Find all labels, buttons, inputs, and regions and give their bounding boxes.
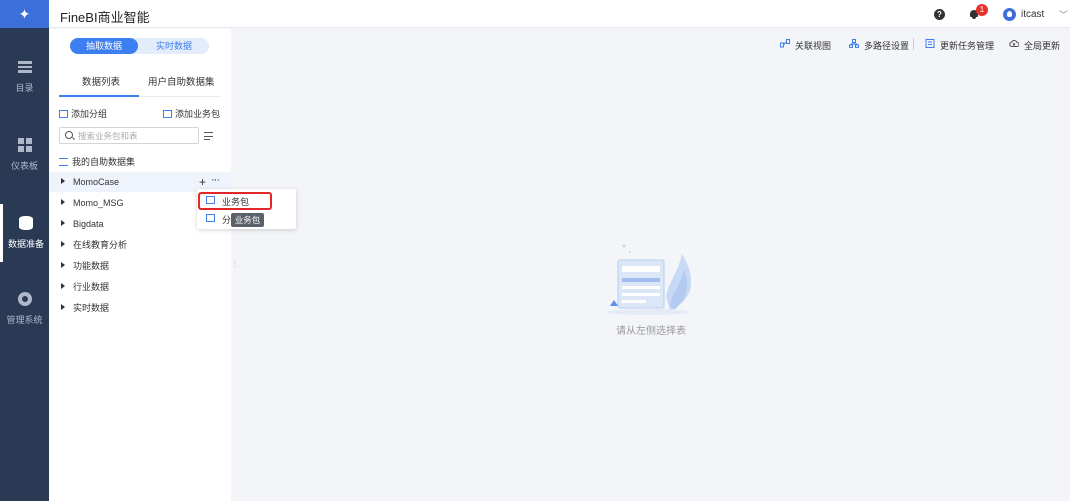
add-package-label: 添加业务包 <box>175 109 221 119</box>
tree-item-online-edu[interactable]: 在线教育分析 <box>49 235 231 255</box>
add-group-button[interactable]: 添加分组 <box>59 107 107 120</box>
panel-resize-handle[interactable]: ⋮ <box>231 259 239 271</box>
add-package-button[interactable]: 添加业务包 <box>163 107 220 120</box>
search-box <box>59 127 199 144</box>
my-self-dataset-label: 我的自助数据集 <box>72 157 136 167</box>
tab-data-list[interactable]: 数据列表 <box>82 74 120 88</box>
menu-item-label: 分 <box>222 215 232 225</box>
multipath-settings-label: 多路径设置 <box>864 41 910 51</box>
tree-item-label: Momo_MSG <box>73 198 124 208</box>
tree-item-label: 功能数据 <box>73 261 110 271</box>
nav-item-label: 仪表板 <box>10 161 38 171</box>
notification-badge: 1 <box>976 4 988 16</box>
relation-view-label: 关联视图 <box>795 41 832 51</box>
more-icon[interactable]: ··· <box>211 170 220 190</box>
filter-icon[interactable] <box>204 131 216 141</box>
tooltip: 业务包 <box>231 213 264 227</box>
nav-item-label: 数据准备 <box>7 239 44 249</box>
tree-item-label: Bigdata <box>73 219 104 229</box>
search-input[interactable] <box>78 130 193 142</box>
update-task-button[interactable]: 更新任务管理 <box>925 39 995 52</box>
empty-state-text: 请从左侧选择表 <box>616 326 686 337</box>
gear-icon <box>17 292 32 306</box>
realtime-data-button[interactable]: 实时数据 <box>140 38 208 54</box>
update-task-label: 更新任务管理 <box>940 41 995 51</box>
app-title: FineBI商业智能 <box>60 10 150 25</box>
search-icon <box>65 131 73 139</box>
dataset-icon <box>59 158 68 166</box>
caret-right-icon[interactable] <box>61 178 65 184</box>
help-icon[interactable]: ? <box>934 9 945 20</box>
tree-item-label: MomoCase <box>73 177 120 187</box>
empty-state-illustration <box>608 244 692 315</box>
tab-self-dataset[interactable]: 用户自助数据集 <box>148 74 215 88</box>
add-package-icon <box>163 110 172 118</box>
highlight-box <box>198 192 272 210</box>
dashboard-icon <box>17 138 32 152</box>
caret-right-icon[interactable] <box>61 220 65 226</box>
database-icon <box>19 216 33 230</box>
hierarchy-icon <box>849 39 859 48</box>
add-group-label: 添加分组 <box>71 109 108 119</box>
group-icon <box>206 214 215 222</box>
relation-view-button[interactable]: 关联视图 <box>780 39 832 52</box>
task-icon <box>925 39 935 48</box>
tab-active-indicator <box>59 95 139 97</box>
top-bar: FineBI商业智能 ? 1 itcast ﹀ <box>49 0 1070 28</box>
global-update-label: 全局更新 <box>1024 41 1061 51</box>
toolbar-divider <box>913 38 914 50</box>
list-icon <box>17 60 32 74</box>
caret-right-icon[interactable] <box>61 241 65 247</box>
tree-item-label: 在线教育分析 <box>73 240 128 250</box>
my-self-dataset[interactable]: 我的自助数据集 <box>59 155 135 168</box>
global-update-button[interactable]: 全局更新 <box>1009 39 1061 52</box>
tree-item-label: 实时数据 <box>73 303 110 313</box>
nav-item-catalog[interactable]: 目录 <box>0 48 49 106</box>
nav-item-dashboard[interactable]: 仪表板 <box>0 126 49 184</box>
username[interactable]: itcast <box>1021 9 1044 20</box>
left-nav: ✦ 目录 仪表板 数据准备 管理系统 <box>0 0 49 501</box>
extract-data-button[interactable]: 抽取数据 <box>70 38 138 54</box>
tree-item-industry-data[interactable]: 行业数据 <box>49 277 231 297</box>
app-logo-icon[interactable]: ✦ <box>0 0 49 28</box>
multipath-settings-button[interactable]: 多路径设置 <box>849 39 910 52</box>
chevron-down-icon[interactable]: ﹀ <box>1059 8 1068 21</box>
caret-right-icon[interactable] <box>61 283 65 289</box>
data-mode-switch: 抽取数据 实时数据 <box>70 38 209 54</box>
add-group-icon <box>59 110 68 118</box>
tree-item-label: 行业数据 <box>73 282 110 292</box>
caret-right-icon[interactable] <box>61 199 65 205</box>
tree-item-function-data[interactable]: 功能数据 <box>49 256 231 276</box>
nav-item-label: 管理系统 <box>6 315 43 325</box>
caret-right-icon[interactable] <box>61 304 65 310</box>
avatar[interactable] <box>1003 8 1016 21</box>
nav-item-admin[interactable]: 管理系统 <box>0 280 49 338</box>
tree-item-realtime-data[interactable]: 实时数据 <box>49 298 231 318</box>
data-list-panel: 抽取数据 实时数据 数据列表 用户自助数据集 添加分组 添加业务包 我的自助数据… <box>49 29 231 501</box>
relation-view-icon <box>780 39 790 48</box>
nav-item-label: 目录 <box>15 83 34 93</box>
cloud-upload-icon <box>1009 40 1019 47</box>
nav-item-data-prep[interactable]: 数据准备 <box>0 204 49 262</box>
caret-right-icon[interactable] <box>61 262 65 268</box>
